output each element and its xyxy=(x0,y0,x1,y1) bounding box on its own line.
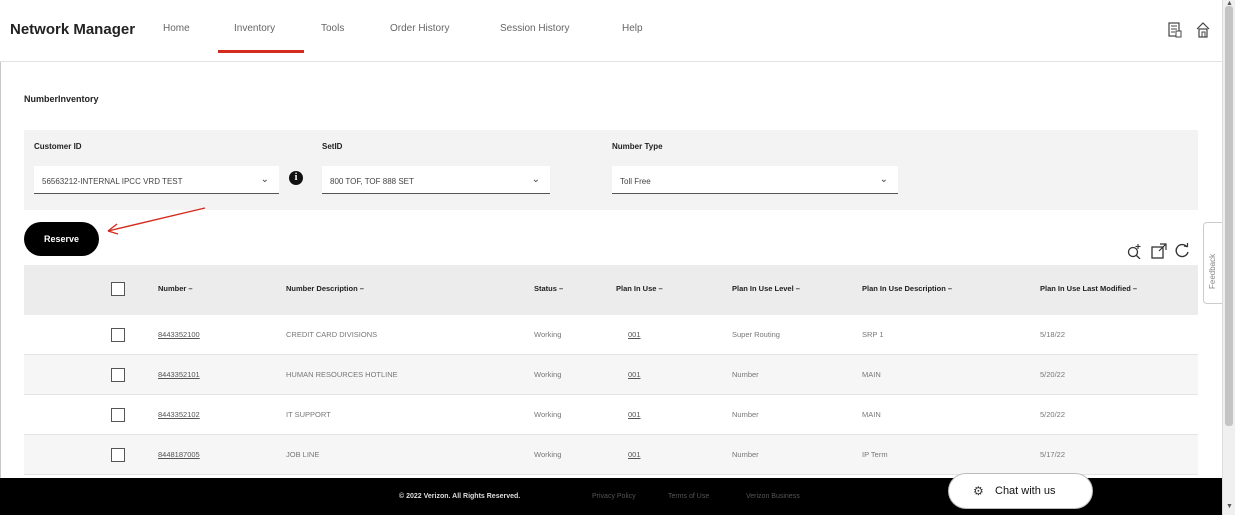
plan-in-use-link[interactable]: 001 xyxy=(628,410,641,419)
number-description: IT SUPPORT xyxy=(286,410,331,419)
external-link-icon[interactable] xyxy=(1151,243,1167,259)
set-id-select[interactable]: 800 TOF, TOF 888 SET ⌄ xyxy=(322,166,550,194)
page-title: NumberInventory xyxy=(24,94,99,104)
nav-order-history[interactable]: Order History xyxy=(390,23,449,34)
header-plan-in-use-level[interactable]: Plan In Use Level – xyxy=(732,284,800,293)
chevron-down-icon: ⌄ xyxy=(879,174,888,185)
header-number-description[interactable]: Number Description – xyxy=(286,284,364,293)
info-icon[interactable]: i xyxy=(289,171,303,185)
status: Working xyxy=(534,370,562,379)
number-description: HUMAN RESOURCES HOTLINE xyxy=(286,370,398,379)
plan-in-use-level: Number xyxy=(732,450,759,459)
plan-in-use-last-modified: 5/20/22 xyxy=(1040,370,1066,379)
plan-in-use-last-modified: 5/17/22 xyxy=(1040,450,1066,459)
plan-in-use-level: Super Routing xyxy=(732,330,780,339)
chat-icon: ⚙ xyxy=(973,484,984,498)
table-row[interactable]: 8443352101 HUMAN RESOURCES HOTLINE Worki… xyxy=(24,355,1198,395)
plan-in-use-description: MAIN xyxy=(862,410,881,419)
number-type-value: Toll Free xyxy=(620,177,651,186)
number-type-label: Number Type xyxy=(612,142,663,151)
number-link[interactable]: 8443352100 xyxy=(158,330,200,339)
header-plan-in-use[interactable]: Plan In Use – xyxy=(616,284,663,293)
home-icon[interactable] xyxy=(1196,22,1210,38)
top-nav: Network Manager Home Inventory Tools Ord… xyxy=(0,0,1222,62)
chevron-down-icon: ⌄ xyxy=(531,174,540,185)
plan-in-use-level: Number xyxy=(732,410,759,419)
header-plan-in-use-description[interactable]: Plan In Use Description – xyxy=(862,284,952,293)
nav-session-history[interactable]: Session History xyxy=(500,23,569,34)
status: Working xyxy=(534,330,562,339)
terms-of-use-link[interactable]: Terms of Use xyxy=(668,493,709,500)
number-type-select[interactable]: Toll Free ⌄ xyxy=(612,166,898,194)
chat-button[interactable]: ⚙ Chat with us xyxy=(948,473,1093,509)
plan-in-use-link[interactable]: 001 xyxy=(628,370,641,379)
nav-help[interactable]: Help xyxy=(622,23,643,34)
chat-label: Chat with us xyxy=(995,485,1056,497)
nav-tools[interactable]: Tools xyxy=(321,23,344,34)
number-description: CREDIT CARD DIVISIONS xyxy=(286,330,378,339)
copyright-text: © 2022 Verizon. All Rights Reserved. xyxy=(399,493,521,500)
verizon-business-link[interactable]: Verizon Business xyxy=(746,493,800,500)
number-link[interactable]: 8448187005 xyxy=(158,450,200,459)
number-link[interactable]: 8443352101 xyxy=(158,370,200,379)
table-row[interactable]: 8443352102 IT SUPPORT Working 001 Number… xyxy=(24,395,1198,435)
search-add-icon[interactable] xyxy=(1127,243,1143,259)
select-all-checkbox[interactable] xyxy=(111,282,125,296)
row-checkbox[interactable] xyxy=(111,328,125,342)
header-status[interactable]: Status – xyxy=(534,284,563,293)
row-checkbox[interactable] xyxy=(111,448,125,462)
plan-in-use-link[interactable]: 001 xyxy=(628,330,641,339)
brand-title: Network Manager xyxy=(10,21,136,38)
number-link[interactable]: 8443352102 xyxy=(158,410,200,419)
row-checkbox[interactable] xyxy=(111,408,125,422)
table-header: Number – Number Description – Status – P… xyxy=(24,265,1198,315)
nav-home[interactable]: Home xyxy=(163,23,190,34)
active-tab-indicator xyxy=(218,50,304,53)
scroll-down-icon[interactable]: ▼ xyxy=(1226,503,1233,510)
row-checkbox[interactable] xyxy=(111,368,125,382)
annotation-arrow-icon xyxy=(107,207,206,235)
customer-id-value: 56563212-INTERNAL IPCC VRD TEST xyxy=(42,177,183,186)
customer-id-label: Customer ID xyxy=(34,142,82,151)
filter-panel: Customer ID 56563212-INTERNAL IPCC VRD T… xyxy=(24,130,1198,210)
document-icon[interactable] xyxy=(1168,22,1182,38)
plan-in-use-last-modified: 5/18/22 xyxy=(1040,330,1066,339)
number-description: JOB LINE xyxy=(286,450,320,459)
privacy-policy-link[interactable]: Privacy Policy xyxy=(592,493,636,500)
header-number[interactable]: Number – xyxy=(158,284,193,293)
scroll-thumb[interactable] xyxy=(1225,6,1233,426)
plan-in-use-description: SRP 1 xyxy=(862,330,884,339)
refresh-icon[interactable] xyxy=(1174,243,1190,259)
status: Working xyxy=(534,410,562,419)
plan-in-use-description: MAIN xyxy=(862,370,881,379)
feedback-tab[interactable]: Feedback xyxy=(1203,222,1222,304)
plan-in-use-level: Number xyxy=(732,370,759,379)
status: Working xyxy=(534,450,562,459)
set-id-value: 800 TOF, TOF 888 SET xyxy=(330,177,414,186)
customer-id-select[interactable]: 56563212-INTERNAL IPCC VRD TEST ⌄ xyxy=(34,166,279,194)
page-scrollbar[interactable]: ▲ ▼ xyxy=(1222,0,1235,515)
chevron-down-icon: ⌄ xyxy=(260,174,269,185)
plan-in-use-description: IP Term xyxy=(862,450,888,459)
nav-inventory[interactable]: Inventory xyxy=(234,23,275,34)
set-id-label: SetID xyxy=(322,142,343,151)
plan-in-use-last-modified: 5/20/22 xyxy=(1040,410,1066,419)
table-row[interactable]: 8443352100 CREDIT CARD DIVISIONS Working… xyxy=(24,315,1198,355)
reserve-button[interactable]: Reserve xyxy=(24,222,99,256)
header-plan-in-use-last-modified[interactable]: Plan In Use Last Modified – xyxy=(1040,284,1137,293)
table-row[interactable]: 8448187005 JOB LINE Working 001 Number I… xyxy=(24,435,1198,475)
feedback-label: Feedback xyxy=(1208,253,1217,289)
plan-in-use-link[interactable]: 001 xyxy=(628,450,641,459)
